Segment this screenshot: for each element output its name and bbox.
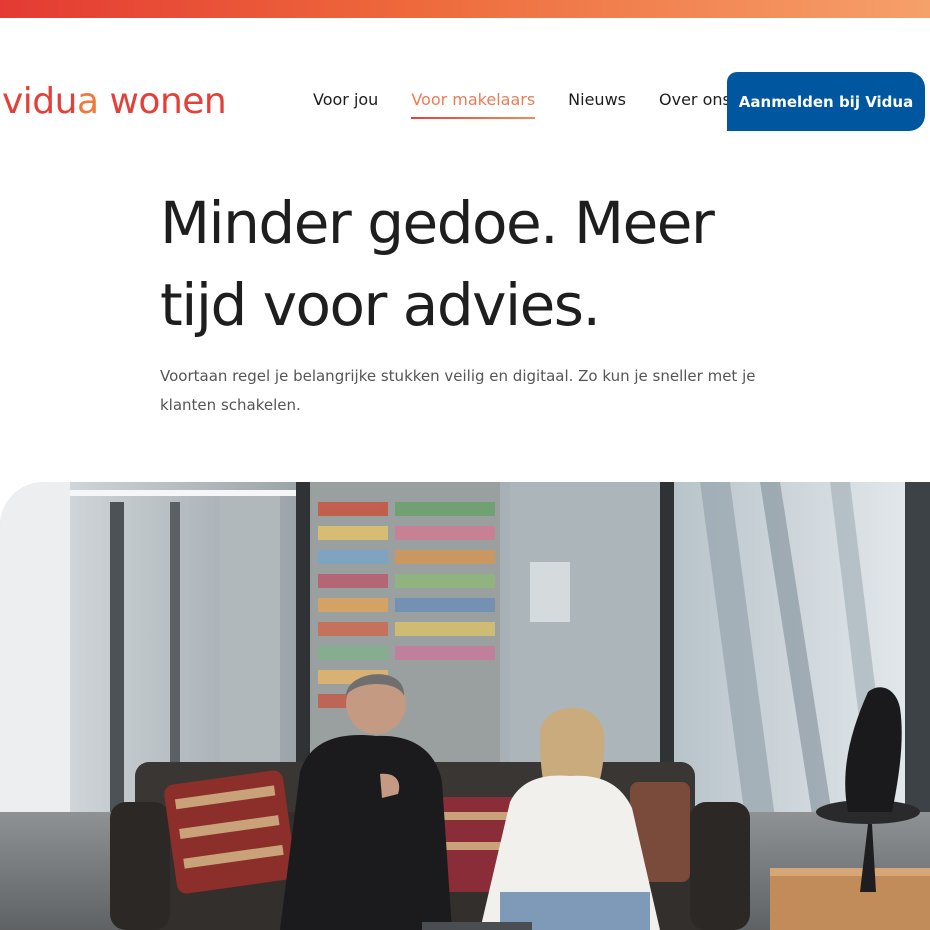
- logo-text-a: a: [76, 81, 99, 122]
- main-nav: Voor jou Voor makelaars Nieuws Over ons: [313, 90, 731, 119]
- vidua-wonen-logo[interactable]: vidua wonen: [2, 81, 227, 122]
- hero-photo-office-meeting: [0, 482, 930, 930]
- nav-item-voor-makelaars[interactable]: Voor makelaars: [411, 90, 535, 119]
- hero-subtitle: Voortaan regel je belangrijke stukken ve…: [160, 367, 756, 414]
- hero-title: Minder gedoe. Meer tijd voor advies.: [160, 189, 715, 339]
- top-gradient-bar: [0, 0, 930, 18]
- nav-item-over-ons[interactable]: Over ons: [659, 90, 731, 119]
- aanmelden-button[interactable]: Aanmelden bij Vidua: [727, 72, 925, 131]
- logo-text-wonen: wonen: [98, 81, 227, 122]
- site-header: vidua wonen Voor jou Voor makelaars Nieu…: [0, 18, 930, 168]
- logo-text-vidu: vidu: [2, 81, 77, 122]
- nav-item-voor-jou[interactable]: Voor jou: [313, 90, 378, 119]
- nav-item-nieuws[interactable]: Nieuws: [568, 90, 626, 119]
